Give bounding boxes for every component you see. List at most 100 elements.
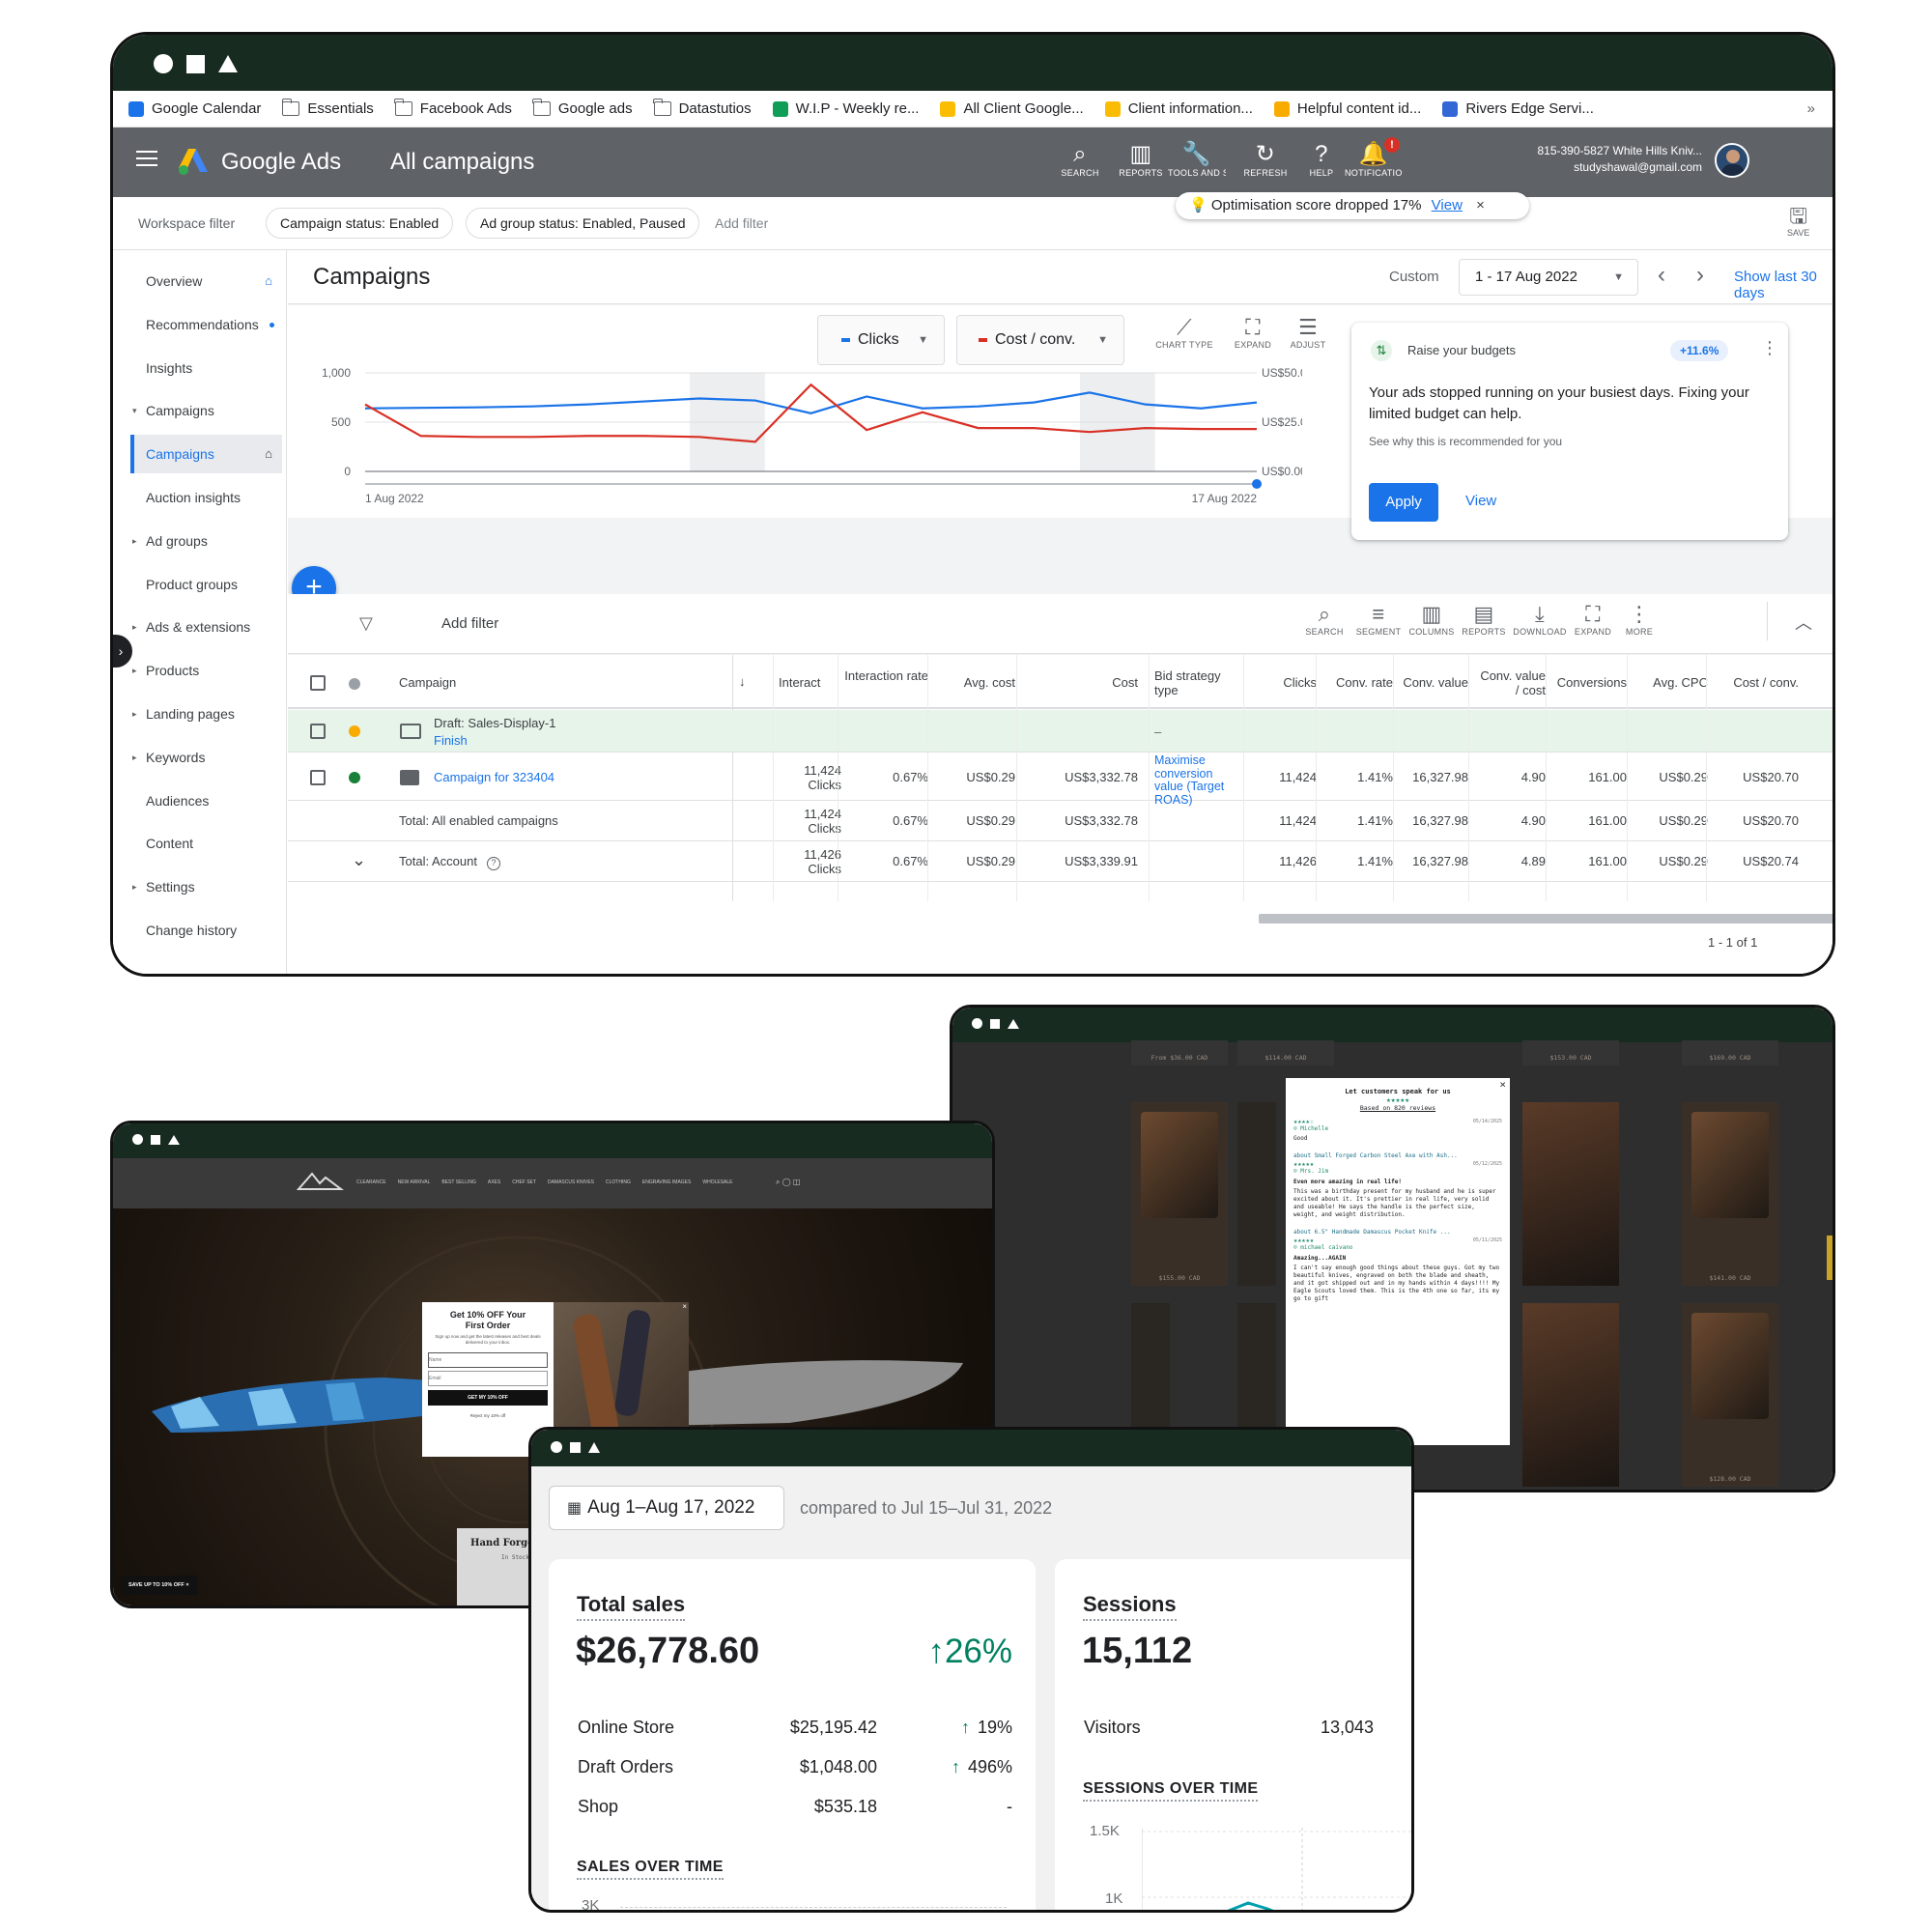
column-header[interactable]: Interact <box>779 675 837 690</box>
store-nav-item[interactable]: DAMASCUS KNIVES <box>548 1179 594 1185</box>
review-product-link[interactable]: about 6.5" Handmade Damascus Pocket Knif… <box>1293 1229 1502 1236</box>
collapse-chevron-up-icon[interactable]: ︿ <box>1795 610 1812 635</box>
expand-caret-icon[interactable]: ▸ <box>132 608 137 646</box>
sidebar-item-product-groups[interactable]: Product groups <box>130 565 282 604</box>
store-nav-item[interactable]: CLOTHING <box>606 1179 631 1185</box>
table-more-button[interactable]: ⋮ MORE <box>1610 602 1668 637</box>
bookmark-3[interactable]: Facebook Ads <box>394 99 512 117</box>
date-range-select[interactable]: 1 - 17 Aug 2022 ▼ <box>1459 259 1638 296</box>
sidebar-collapse-toggle[interactable]: › <box>113 635 132 668</box>
bookmark-9[interactable]: Helpful content id... <box>1273 100 1421 117</box>
close-icon[interactable]: × <box>185 1582 188 1588</box>
refresh-tool[interactable]: ↻ REFRESH <box>1236 141 1294 178</box>
help-icon[interactable]: ? <box>486 857 500 870</box>
sidebar-item-overview[interactable]: Overview ⌂ <box>130 262 282 300</box>
product-card[interactable]: $169.00 CAD <box>1682 1040 1778 1065</box>
sidebar-item-campaigns-sub[interactable]: Campaigns ⌂ <box>130 435 282 474</box>
toast-view-link[interactable]: View <box>1432 197 1463 213</box>
reject-discount-link[interactable]: Reject my 10% off <box>422 1413 554 1418</box>
close-icon[interactable]: × <box>1499 1078 1506 1091</box>
expand-chevron-icon[interactable]: ⌄ <box>352 850 366 870</box>
sidebar-item-ads-extensions[interactable]: ▸ Ads & extensions <box>130 608 282 646</box>
column-header[interactable]: Conv. value / cost <box>1474 668 1546 697</box>
apply-button[interactable]: Apply <box>1369 483 1438 522</box>
show-last-30-days-link[interactable]: Show last 30 days <box>1734 269 1833 301</box>
column-header[interactable]: Interaction rate <box>843 668 928 683</box>
column-header[interactable]: Conv. rate <box>1321 675 1393 690</box>
store-nav-item[interactable]: BEST SELLING <box>441 1179 475 1185</box>
store-nav-item[interactable]: NEW ARRIVAL <box>398 1179 431 1185</box>
save-button[interactable]: 🖫 SAVE <box>1787 205 1809 239</box>
column-header[interactable]: Conversions <box>1551 675 1627 690</box>
table-download-button[interactable]: ⤓ DOWNLOAD <box>1511 602 1569 637</box>
sidebar-item-products[interactable]: ▸ Products <box>130 651 282 690</box>
next-period-arrow-icon[interactable]: › <box>1696 262 1704 289</box>
sidebar-item-audiences[interactable]: Audiences <box>130 781 282 820</box>
sidebar-item-campaigns[interactable]: ▾ Campaigns <box>130 391 282 430</box>
bookmark-2[interactable]: Essentials <box>281 99 374 117</box>
product-card[interactable]: $153.00 CAD <box>1522 1040 1619 1065</box>
view-recommendation-link[interactable]: View <box>1465 493 1496 509</box>
row-checkbox[interactable] <box>310 769 326 785</box>
bookmark-4[interactable]: Google ads <box>532 99 633 117</box>
previous-period-arrow-icon[interactable]: ‹ <box>1658 262 1665 289</box>
bookmark-10[interactable]: Rivers Edge Servi... <box>1442 100 1594 117</box>
table-reports-button[interactable]: ▤ REPORTS <box>1455 602 1513 637</box>
sidebar-item-ad-groups[interactable]: ▸ Ad groups <box>130 522 282 560</box>
expand-button[interactable]: ⛶ EXPAND <box>1224 315 1282 350</box>
product-card[interactable]: From $36.00 CAD <box>1131 1040 1228 1065</box>
store-nav-item[interactable]: ENGRAVING IMAGES <box>642 1179 691 1185</box>
draft-finish-link[interactable]: Finish <box>434 733 468 748</box>
sidebar-item-content[interactable]: Content <box>130 824 282 863</box>
bookmark-6[interactable]: W.I.P - Weekly re... <box>772 100 919 117</box>
close-icon[interactable]: × <box>682 1302 687 1311</box>
table-columns-button[interactable]: ▥ COLUMNS <box>1403 602 1461 637</box>
product-card[interactable]: $128.00 CAD <box>1682 1303 1778 1487</box>
chart-type-button[interactable]: ⟋ CHART TYPE <box>1155 315 1213 350</box>
column-header[interactable]: Cost <box>1022 675 1138 690</box>
store-nav-item[interactable]: AXES <box>488 1179 500 1185</box>
help-tool[interactable]: ? HELP <box>1293 141 1350 178</box>
table-segment-button[interactable]: ≡ SEGMENT <box>1350 602 1407 637</box>
review-product-link[interactable]: about Small Forged Carbon Steel Axe with… <box>1293 1152 1502 1160</box>
store-nav-item[interactable]: CHEF SET <box>512 1179 536 1185</box>
filter-chip-campaign-status[interactable]: Campaign status: Enabled <box>266 208 454 239</box>
column-header[interactable]: Avg. CPC <box>1633 675 1708 690</box>
sidebar-item-landing-pages[interactable]: ▸ Landing pages <box>130 695 282 733</box>
store-nav-item[interactable]: WHOLESALE <box>702 1179 732 1185</box>
close-icon[interactable]: × <box>1476 197 1485 213</box>
save-promo-badge[interactable]: SAVE UP TO 10% OFF × <box>121 1576 197 1595</box>
add-filter-link[interactable]: Add filter <box>715 215 768 231</box>
column-header[interactable]: Clicks <box>1249 675 1317 690</box>
select-all-checkbox[interactable] <box>310 675 326 691</box>
menu-icon[interactable] <box>136 151 157 166</box>
name-input[interactable] <box>428 1352 548 1368</box>
column-header[interactable]: Avg. cost <box>933 675 1015 690</box>
get-discount-button[interactable]: GET MY 10% OFF <box>428 1390 548 1406</box>
expand-caret-icon[interactable]: ▸ <box>132 738 137 777</box>
metric-select-clicks[interactable]: Clicks ▼ <box>817 315 945 365</box>
more-vert-icon[interactable]: ⋮ <box>1761 338 1778 358</box>
campaign-name-link[interactable]: Campaign for 323404 <box>434 770 554 784</box>
expand-caret-icon[interactable]: ▸ <box>132 651 137 690</box>
search-tool[interactable]: ⌕ SEARCH <box>1051 141 1109 178</box>
search-icon[interactable]: ⌕ ◯ ◫ <box>776 1178 800 1187</box>
sidebar-item-settings[interactable]: ▸ Settings <box>130 867 282 906</box>
avatar[interactable] <box>1715 143 1749 178</box>
adjust-button[interactable]: ☰ ADJUST <box>1279 315 1337 350</box>
range-slider-handle[interactable] <box>1252 479 1262 489</box>
expand-caret-icon[interactable]: ▸ <box>132 522 137 560</box>
expand-caret-icon[interactable]: ▾ <box>132 391 137 430</box>
bookmark-5[interactable]: Datastutios <box>653 99 752 117</box>
bookmarks-overflow-icon[interactable]: » <box>1807 100 1815 117</box>
product-card[interactable]: $114.00 CAD <box>1237 1040 1334 1065</box>
horizontal-scrollbar[interactable] <box>1259 914 1833 923</box>
reports-tool[interactable]: ▥ REPORTS <box>1112 141 1170 178</box>
filter-chip-ad-group-status[interactable]: Ad group status: Enabled, Paused <box>466 208 700 239</box>
expand-caret-icon[interactable]: ▸ <box>132 867 137 906</box>
metric-select-cost-per-conv[interactable]: Cost / conv. ▼ <box>956 315 1124 365</box>
column-header[interactable]: Conv. value <box>1399 675 1468 690</box>
product-card[interactable]: $141.00 CAD <box>1682 1102 1778 1286</box>
side-tab[interactable] <box>1827 1236 1833 1280</box>
column-header[interactable]: Bid strategy type <box>1154 668 1243 697</box>
